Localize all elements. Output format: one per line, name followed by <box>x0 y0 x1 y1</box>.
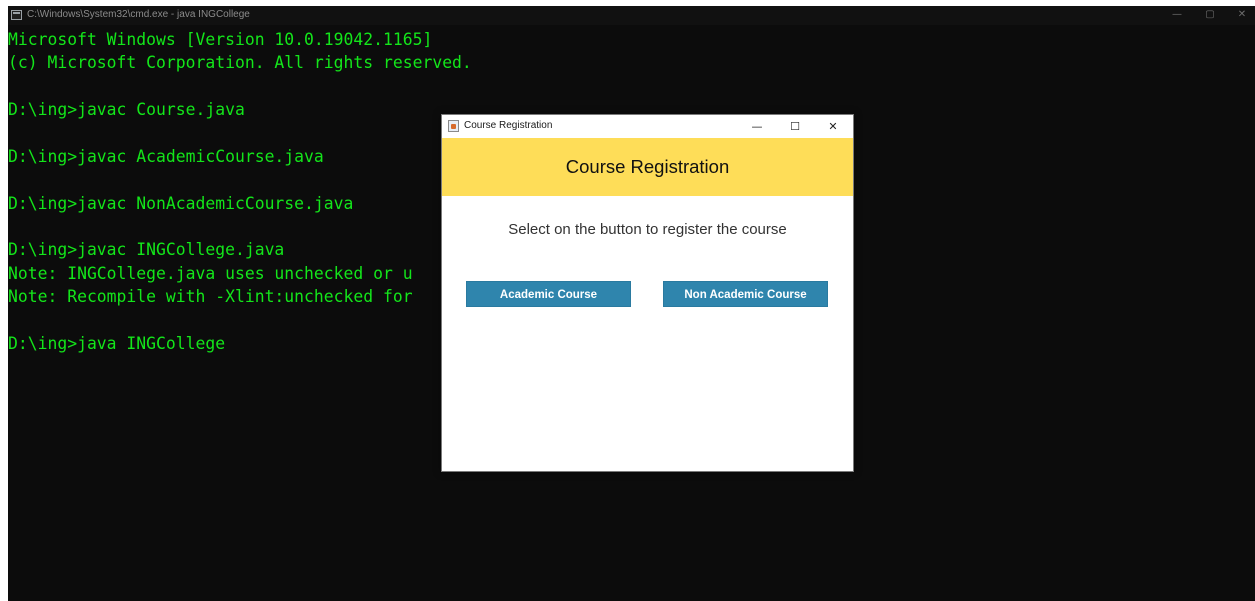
dialog-instruction: Select on the button to register the cou… <box>508 221 787 238</box>
console-close-icon[interactable]: ✕ <box>1228 7 1255 23</box>
desktop: C:\Windows\System32\cmd.exe - java INGCo… <box>0 0 1255 601</box>
console-line: D:\ing>javac AcademicCourse.java <box>8 147 324 166</box>
dialog-header-banner: Course Registration <box>442 138 853 196</box>
dialog-minimize-icon[interactable]: — <box>742 117 772 136</box>
console-line: D:\ing>javac Course.java <box>8 100 245 119</box>
console-line: D:\ing>javac NonAcademicCourse.java <box>8 194 354 213</box>
non-academic-course-button[interactable]: Non Academic Course <box>663 281 828 307</box>
console-line: D:\ing>java INGCollege <box>8 334 226 353</box>
console-line: Note: INGCollege.java uses unchecked or … <box>8 264 413 283</box>
dialog-titlebar[interactable]: Course Registration — ☐ ✕ <box>442 115 853 138</box>
java-coffee-icon <box>448 120 459 132</box>
console-minimize-icon[interactable]: — <box>1163 7 1191 23</box>
dialog-window-title: Course Registration <box>464 120 553 131</box>
dialog-heading: Course Registration <box>565 156 730 177</box>
dialog-maximize-icon[interactable]: ☐ <box>780 117 810 136</box>
console-line: (c) Microsoft Corporation. All rights re… <box>8 53 472 72</box>
console-line: Note: Recompile with -Xlint:unchecked fo… <box>8 287 413 306</box>
console-app-icon <box>11 10 22 20</box>
console-window-title: C:\Windows\System32\cmd.exe - java INGCo… <box>27 9 250 20</box>
console-maximize-icon[interactable]: ▢ <box>1196 7 1224 23</box>
academic-course-button[interactable]: Academic Course <box>466 281 631 307</box>
course-registration-dialog[interactable]: Course Registration — ☐ ✕ Course Registr… <box>441 114 854 472</box>
console-line: D:\ing>javac INGCollege.java <box>8 240 285 259</box>
console-line: Microsoft Windows [Version 10.0.19042.11… <box>8 30 433 49</box>
console-titlebar[interactable]: C:\Windows\System32\cmd.exe - java INGCo… <box>8 6 1255 25</box>
dialog-close-icon[interactable]: ✕ <box>818 117 848 136</box>
